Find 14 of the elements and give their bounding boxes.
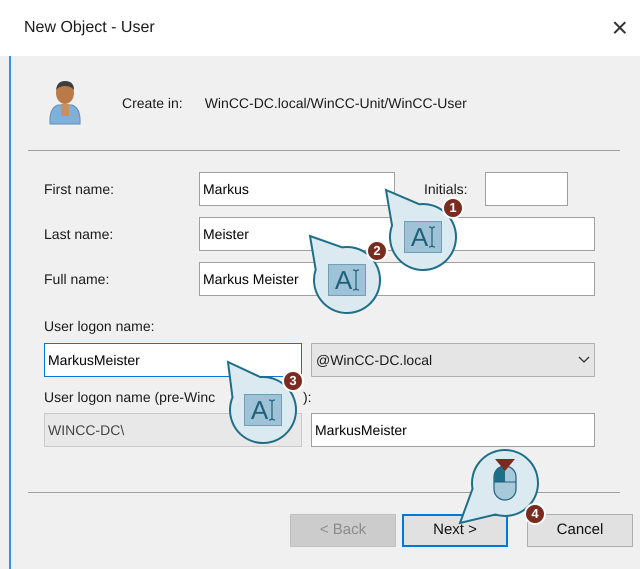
pre-windows-label-end: ): [303,389,312,405]
initials-label: Initials: [424,180,469,198]
window-title: New Object - User [24,18,155,38]
full-name-label: Full name: [44,270,110,288]
text-cursor-icon: A [244,394,282,426]
first-name-label: First name: [44,180,116,198]
text-cursor-icon: A [328,264,366,296]
pre-windows-label: User logon name (pre-Winc [44,389,216,405]
create-in-path: WinCC-DC.local/WinCC-Unit/WinCC-User [204,94,467,112]
text-cursor-icon: A [404,221,442,253]
create-in-label: Create in: [122,94,183,112]
last-name-label: Last name: [44,224,114,244]
step-number-badge: 1 [442,197,464,219]
logon-name-label: User logon name: [44,318,156,334]
